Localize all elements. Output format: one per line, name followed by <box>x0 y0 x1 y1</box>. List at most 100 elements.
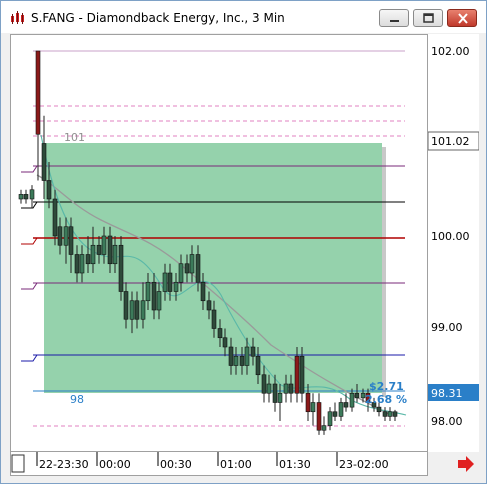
title-bar[interactable]: S.FANG - Diamondback Energy, Inc., 3 Min <box>1 1 486 33</box>
candle-body <box>305 392 311 413</box>
candle-body <box>217 328 223 339</box>
candle-body <box>18 194 24 200</box>
candle-body <box>151 281 157 311</box>
candle-body <box>195 254 201 283</box>
candle-body <box>228 346 234 366</box>
candle-body <box>189 254 195 274</box>
candle-body <box>321 425 327 431</box>
candle-body <box>101 235 107 255</box>
candle-body <box>134 300 140 320</box>
box-change-value: $2.71 <box>369 380 404 393</box>
candle-body <box>277 392 283 403</box>
close-button[interactable] <box>447 9 477 27</box>
scroll-handle[interactable] <box>11 454 25 473</box>
candle-body <box>162 272 168 292</box>
right-arrow-icon[interactable] <box>428 452 479 476</box>
candle-body <box>261 374 267 394</box>
candle-body <box>266 383 272 394</box>
candle-body <box>338 402 344 417</box>
candle-body <box>29 189 35 200</box>
time-label: 01:30 <box>279 458 311 471</box>
candle-body <box>222 337 228 348</box>
candle-body <box>288 383 294 394</box>
window-title: S.FANG - Diamondback Energy, Inc., 3 Min <box>31 11 285 25</box>
candle-body <box>211 309 217 329</box>
price-tick: 98.00 <box>431 415 463 428</box>
candle-body <box>343 402 349 408</box>
time-axis[interactable]: 22-23:30 00:00 00:30 01:00 01:30 23-02:0… <box>10 452 428 476</box>
price-axis[interactable]: 102.00 101.02 100.00 99.00 98.31 98.00 <box>427 34 480 452</box>
candle-body <box>173 281 179 292</box>
time-label: 22-23:30 <box>39 458 89 471</box>
candle-body <box>349 392 355 408</box>
candle-body <box>387 411 393 417</box>
level-step-marker <box>21 237 38 245</box>
candle-body <box>294 355 300 394</box>
candle-body <box>140 300 146 320</box>
candle-body <box>272 383 278 403</box>
candle-body <box>310 402 316 413</box>
candle-body <box>107 235 113 265</box>
minimize-button[interactable] <box>379 9 409 27</box>
candle-body <box>316 402 322 431</box>
level-step-marker <box>21 165 38 173</box>
candle-body <box>184 263 190 274</box>
minimize-icon <box>390 20 399 22</box>
candle-body <box>239 355 245 366</box>
candle-body <box>299 355 305 394</box>
stock-chart-icon <box>11 11 24 24</box>
candle-body <box>354 392 360 399</box>
candle-body <box>85 254 91 265</box>
candle-body <box>41 143 47 181</box>
candle-body <box>255 355 261 376</box>
measure-box-shadow <box>382 147 386 397</box>
candle-body <box>112 244 118 265</box>
candle-body <box>52 198 58 237</box>
candle-body <box>200 281 206 302</box>
price-chart: 101 98 $2.712.68 % <box>18 50 407 435</box>
level-step-marker <box>21 354 38 362</box>
chart-window: S.FANG - Diamondback Energy, Inc., 3 Min… <box>0 0 487 484</box>
candle-body <box>90 244 96 265</box>
candle-body <box>392 411 398 417</box>
candle-body <box>118 244 124 292</box>
candle-body <box>74 254 80 274</box>
maximize-icon <box>423 13 434 23</box>
candle-body <box>63 226 69 246</box>
candle-body <box>46 180 52 200</box>
candle-body <box>167 272 173 292</box>
candle-body <box>23 194 29 200</box>
chart-plot-area[interactable]: 101 98 $2.71 2.68 % <box>10 34 428 452</box>
candle-body <box>382 411 388 417</box>
candle-body <box>206 300 212 311</box>
candle-body <box>145 281 151 302</box>
candle-body <box>35 50 41 135</box>
candle-body <box>250 346 256 357</box>
close-icon <box>458 13 468 24</box>
time-label: 00:00 <box>99 458 131 471</box>
box-change-pct: 2.68 % <box>365 393 407 406</box>
candle-body <box>327 411 333 426</box>
candle-body <box>244 346 250 366</box>
level-step-marker <box>21 201 38 209</box>
candle-body <box>156 291 162 311</box>
level-step-marker <box>21 282 38 290</box>
last-price-label: 98.31 <box>431 387 463 400</box>
candle-body <box>129 300 135 320</box>
scroll-corner <box>428 452 479 476</box>
level-label-98: 98 <box>70 393 84 406</box>
candle-body <box>283 383 289 394</box>
candle-body <box>96 244 102 255</box>
time-label: 01:00 <box>220 458 252 471</box>
price-tick: 99.00 <box>431 321 463 334</box>
candle-body <box>376 406 382 413</box>
maximize-button[interactable] <box>413 9 443 27</box>
time-label: 23-02:00 <box>339 458 389 471</box>
level-label-101: 101 <box>64 131 85 144</box>
candle-body <box>332 411 338 417</box>
current-price-label: 101.02 <box>431 135 470 148</box>
candle-body <box>233 355 239 366</box>
candle-body <box>178 263 184 283</box>
candle-body <box>123 291 129 320</box>
candle-body <box>57 226 63 246</box>
